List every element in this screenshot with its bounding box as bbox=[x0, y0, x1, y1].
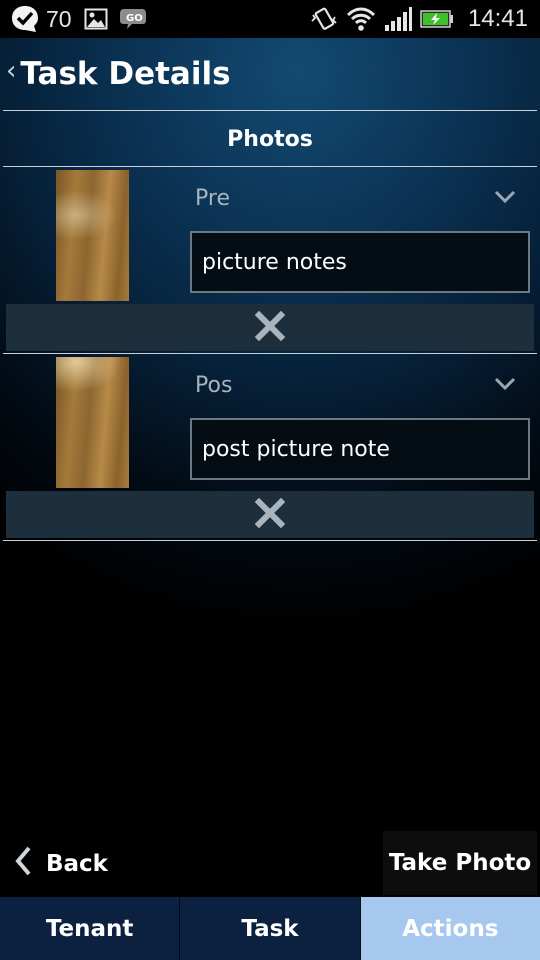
tab-task[interactable]: Task bbox=[180, 897, 361, 960]
wifi-icon bbox=[346, 6, 376, 32]
notification-count: 70 bbox=[46, 5, 72, 32]
chevron-left-icon bbox=[14, 846, 32, 882]
photo-type-dropdown[interactable]: Pre bbox=[190, 173, 530, 223]
photo-type-value: Pre bbox=[195, 185, 230, 211]
title-bar[interactable]: ‹ Task Details bbox=[0, 38, 540, 110]
tab-label: Tenant bbox=[45, 915, 134, 942]
tab-actions[interactable]: Actions bbox=[360, 897, 540, 960]
take-photo-label: Take Photo bbox=[388, 850, 532, 876]
vibrate-icon bbox=[310, 5, 338, 33]
back-button[interactable]: Back bbox=[14, 836, 144, 892]
photo-note-field[interactable]: picture notes bbox=[190, 231, 530, 293]
photo-type-dropdown[interactable]: Pos bbox=[190, 360, 530, 410]
tab-label: Task bbox=[241, 915, 299, 942]
photo-thumbnail[interactable] bbox=[56, 357, 129, 488]
chevron-down-icon bbox=[494, 189, 516, 208]
signal-icon bbox=[384, 6, 412, 32]
tab-bar: Tenant Task Actions bbox=[0, 897, 540, 960]
chevron-down-icon bbox=[494, 376, 516, 395]
delete-photo-button[interactable] bbox=[6, 491, 534, 538]
app-screen: 70 GO 14:41 ‹ Task Details Photos Pre pi… bbox=[0, 0, 540, 960]
take-photo-button[interactable]: Take Photo bbox=[383, 831, 537, 895]
photo-type-value: Pos bbox=[195, 372, 233, 398]
photo-item: Pos post picture note bbox=[0, 354, 540, 540]
clock: 14:41 bbox=[467, 5, 528, 32]
photo-note-field[interactable]: post picture note bbox=[190, 418, 530, 480]
image-icon bbox=[84, 7, 108, 31]
photos-section-header: Photos bbox=[0, 112, 540, 166]
title-divider bbox=[3, 110, 537, 111]
tab-tenant[interactable]: Tenant bbox=[0, 897, 181, 960]
battery-charging-icon bbox=[420, 9, 454, 29]
photo-item: Pre picture notes bbox=[0, 167, 540, 353]
go-chat-icon: GO bbox=[118, 6, 148, 32]
page-title: Task Details bbox=[20, 56, 231, 92]
svg-text:GO: GO bbox=[126, 13, 143, 24]
back-chevron-icon[interactable]: ‹ bbox=[6, 56, 16, 86]
tab-label: Actions bbox=[402, 915, 499, 942]
status-bar: 70 GO 14:41 bbox=[0, 0, 540, 38]
check-bubble-icon bbox=[10, 4, 40, 34]
close-icon bbox=[254, 310, 286, 345]
photos-section-title: Photos bbox=[227, 126, 313, 152]
close-icon bbox=[254, 497, 286, 532]
back-button-label: Back bbox=[46, 851, 108, 877]
item-divider bbox=[3, 540, 537, 541]
delete-photo-button[interactable] bbox=[6, 304, 534, 351]
photo-thumbnail[interactable] bbox=[56, 170, 129, 301]
